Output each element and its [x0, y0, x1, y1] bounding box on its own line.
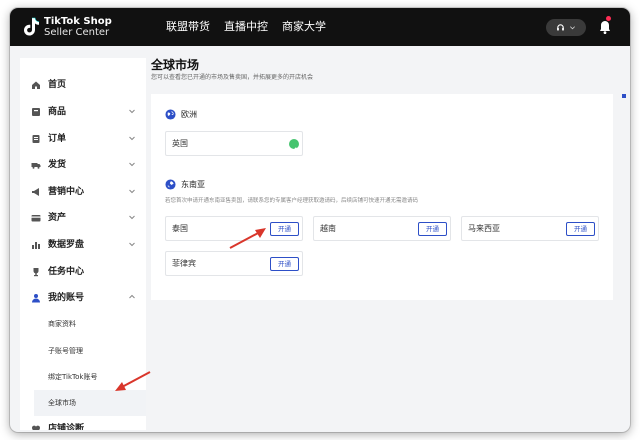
market-vietnam: 越南 开通 — [313, 216, 451, 241]
sidebar-item-label: 店铺诊断 — [48, 424, 85, 430]
chevron-down-icon — [129, 162, 135, 167]
sidebar-item-my-account[interactable]: 我的账号 — [20, 285, 146, 311]
open-malaysia-button[interactable]: 开通 — [566, 222, 595, 236]
check-circle-icon — [289, 139, 299, 152]
home-icon — [32, 81, 40, 89]
top-bar: TikTok Shop Seller Center 联盟带货 直播中控 商家大学 — [10, 8, 630, 46]
market-name: 英国 — [172, 139, 188, 148]
market-name: 越南 — [320, 224, 336, 233]
sidebar-item-label: 发货 — [48, 160, 67, 170]
sidebar-subitem-merchant-profile[interactable]: 商家资料 — [20, 311, 146, 337]
topnav-seller-university[interactable]: 商家大学 — [282, 19, 326, 35]
sidebar-subitem-bind-tiktok[interactable]: 绑定TikTok账号 — [20, 364, 146, 390]
sidebar-item-home[interactable]: 首页 — [20, 72, 146, 98]
market-thailand: 泰国 开通 — [165, 216, 303, 241]
megaphone-icon — [32, 188, 39, 196]
sidebar-item-label: 数据罗盘 — [48, 240, 85, 250]
trophy-icon — [33, 268, 39, 277]
sidebar-item-label: 首页 — [48, 80, 67, 90]
order-icon — [32, 135, 40, 143]
chevron-down-icon — [129, 242, 135, 247]
chevron-down-icon — [129, 109, 135, 114]
region-sea-description: 若您首次申请开通东南亚售卖国，请联系您的专属客户经理获取邀请码，后续店铺可快速开… — [165, 198, 419, 204]
chevron-up-icon — [129, 294, 135, 299]
sidebar-item-marketing[interactable]: 营销中心 — [20, 179, 146, 205]
sidebar-item-data-compass[interactable]: 数据罗盘 — [20, 232, 146, 258]
notification-dot — [606, 16, 611, 21]
brand-name: TikTok Shop — [44, 16, 112, 27]
page-title: 全球市场 — [151, 58, 200, 72]
headset-icon — [557, 24, 564, 31]
chevron-down-icon — [129, 136, 135, 141]
support-menu-button[interactable] — [546, 19, 586, 36]
sidebar-item-label: 商品 — [48, 107, 67, 117]
diagnosis-icon — [32, 425, 40, 430]
region-sea-name: 东南亚 — [181, 180, 205, 189]
tiktok-logo-icon — [24, 17, 40, 36]
brand-subtitle: Seller Center — [44, 27, 110, 38]
region-europe-name: 欧洲 — [181, 110, 197, 119]
market-name: 菲律宾 — [172, 259, 196, 268]
topnav-live-console[interactable]: 直播中控 — [224, 19, 268, 35]
sidebar-item-label: 资产 — [48, 213, 67, 223]
top-nav: 联盟带货 直播中控 商家大学 — [166, 19, 326, 35]
sidebar-item-label: 营销中心 — [48, 187, 85, 197]
chevron-down-icon — [129, 189, 135, 194]
globe-europe-icon — [165, 109, 176, 120]
wallet-icon — [31, 215, 41, 222]
page-subtitle: 您可以查看您已开通的市场及售卖国，并拓展更多的开店机会 — [151, 74, 314, 81]
sidebar-subitem-subaccounts[interactable]: 子账号管理 — [20, 338, 146, 364]
sidebar-item-label: 我的账号 — [48, 293, 85, 303]
sidebar-item-task-center[interactable]: 任务中心 — [20, 259, 146, 285]
brand-logo[interactable]: TikTok Shop Seller Center — [22, 16, 122, 40]
sidebar-item-shipping[interactable]: 发货 — [20, 152, 146, 178]
sidebar-item-label: 任务中心 — [48, 267, 85, 277]
market-philippines: 菲律宾 开通 — [165, 251, 303, 276]
chevron-down-icon — [570, 26, 575, 30]
user-icon — [32, 294, 40, 303]
sidebar-item-store-diagnosis[interactable]: 店铺诊断 — [20, 416, 146, 430]
open-philippines-button[interactable]: 开通 — [270, 257, 299, 271]
open-vietnam-button[interactable]: 开通 — [418, 222, 447, 236]
app-window: TikTok Shop Seller Center 联盟带货 直播中控 商家大学 — [10, 8, 630, 432]
open-thailand-button[interactable]: 开通 — [270, 222, 299, 236]
chart-icon — [32, 242, 40, 249]
market-malaysia: 马来西亚 开通 — [461, 216, 599, 241]
shipping-icon — [31, 163, 41, 169]
sidebar-subitem-global-market[interactable]: 全球市场 — [34, 390, 146, 416]
markets-card: 欧洲 英国 东南亚 若您首次申请开通东南亚售卖国，请联系您的专属客户经理获取邀请… — [151, 94, 613, 300]
sidebar-subitem-label: 子账号管理 — [48, 347, 83, 355]
sidebar-subitem-label: 商家资料 — [48, 320, 76, 328]
bell-icon[interactable] — [598, 19, 612, 35]
sidebar-item-orders[interactable]: 订单 — [20, 126, 146, 152]
sidebar-item-assets[interactable]: 资产 — [20, 205, 146, 231]
market-name: 马来西亚 — [468, 224, 500, 233]
sidebar: 首页 商品 订单 发货 营销中心 资产 数据罗盘 任务中心 我的账号 商家资料 … — [20, 58, 146, 430]
product-icon — [32, 108, 40, 116]
scroll-indicator — [622, 94, 626, 98]
sidebar-item-products[interactable]: 商品 — [20, 99, 146, 125]
market-name: 泰国 — [172, 224, 188, 233]
chevron-down-icon — [129, 215, 135, 220]
topnav-affiliate[interactable]: 联盟带货 — [166, 19, 210, 35]
sidebar-subitem-label: 全球市场 — [48, 399, 76, 407]
market-uk[interactable]: 英国 — [165, 131, 303, 156]
globe-asia-icon — [165, 179, 176, 190]
sidebar-item-label: 订单 — [48, 134, 67, 144]
sidebar-subitem-label: 绑定TikTok账号 — [48, 373, 98, 381]
